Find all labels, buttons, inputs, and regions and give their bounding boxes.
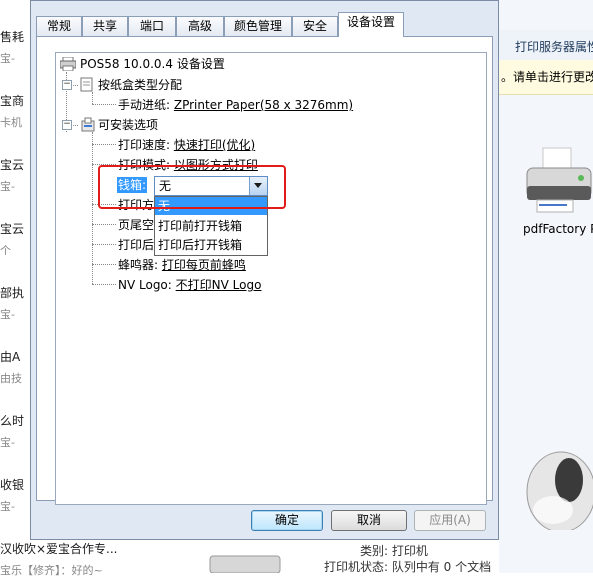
dropdown-option-open-after-print[interactable]: 打印后打开钱箱 [155, 236, 267, 254]
info-bar: 。请单击进行更改 [499, 60, 593, 95]
background-list-text: 卡机 [0, 116, 22, 129]
paper-tray-icon [80, 77, 93, 92]
print-server-properties-link[interactable]: 打印服务器属性 [515, 38, 593, 55]
tree-paper-group[interactable]: 按纸盒类型分配 [98, 77, 182, 93]
background-list-text: 汉收吹×爱宝合作专... [0, 542, 118, 556]
background-list-text: 售耗 [0, 30, 25, 44]
collapse-toggle-icon[interactable]: − [62, 120, 72, 130]
tree-connector [92, 92, 93, 104]
tab-ports[interactable]: 端口 [128, 16, 176, 36]
tree-connector [92, 264, 116, 265]
status-queue: 打印机状态: 队列中有 0 个文档 [324, 560, 492, 574]
background-list-text: 宝- [0, 500, 15, 513]
tab-security[interactable]: 安全 [292, 16, 338, 36]
apply-button[interactable]: 应用(A) [414, 510, 486, 531]
status-category: 类别: 打印机 [360, 544, 428, 558]
background-list-text: 么时 [0, 414, 25, 428]
tab-bar: 常规 共享 端口 高级 颜色管理 安全 设备设置 [36, 12, 456, 37]
buzzer-value[interactable]: 打印每页前蜂鸣 [162, 258, 246, 272]
tree-root-label[interactable]: POS58 10.0.0.4 设备设置 [80, 56, 225, 72]
tree-connector [92, 244, 116, 245]
background-printers-window: 打印服务器属性 。请单击进行更改 pdfFactory P [499, 0, 593, 573]
background-list-text: 个 [0, 244, 11, 257]
print-speed-label: 打印速度: [118, 138, 171, 152]
collapse-toggle-icon[interactable]: − [62, 80, 72, 90]
background-list-text: 部执 [0, 286, 25, 300]
tab-general[interactable]: 常规 [36, 16, 82, 36]
printers-toolbar: 打印服务器属性 [499, 30, 593, 61]
device-label-pdffactory[interactable]: pdfFactory P [523, 222, 593, 236]
tree-item-nv-logo[interactable]: NV Logo: 不打印NV Logo [118, 277, 261, 293]
background-list-text: 宝- [0, 308, 15, 321]
background-list-text: 由A [0, 350, 21, 364]
tree-connector [92, 132, 93, 284]
tree-item-buzzer[interactable]: 蜂鸣器: 打印每页前蜂鸣 [118, 257, 246, 273]
background-list-text: 宝- [0, 52, 15, 65]
tab-device-settings[interactable]: 设备设置 [338, 12, 404, 37]
tree-connector [92, 284, 116, 285]
background-list-text: 宝- [0, 436, 15, 449]
printer-small-icon [60, 57, 76, 71]
background-list-text: 宝云 [0, 158, 25, 172]
nv-logo-label: NV Logo: [118, 278, 172, 292]
tab-color-management[interactable]: 颜色管理 [224, 16, 292, 36]
info-bar-text[interactable]: 。请单击进行更改 [501, 68, 593, 85]
printer-icon[interactable] [519, 146, 593, 220]
tree-item-manual-feed[interactable]: 手动进纸: ZPrinter Paper(58 x 3276mm) [118, 97, 353, 113]
background-list-text: 宝乐【修齐】：好的~ [0, 564, 103, 577]
background-list-text: 由技 [0, 372, 22, 385]
background-list-text: 宝商 [0, 94, 25, 108]
cancel-button[interactable]: 取消 [331, 510, 407, 531]
tree-item-after-print[interactable]: 打印后 [118, 237, 154, 253]
print-speed-value[interactable]: 快速打印(优化) [174, 138, 255, 152]
background-list-text: 宝云 [0, 222, 25, 236]
tree-installable-group[interactable]: 可安装选项 [98, 117, 158, 133]
nv-logo-value[interactable]: 不打印NV Logo [176, 278, 262, 292]
highlight-annotation-box [98, 165, 286, 209]
tree-connector [92, 104, 116, 105]
tree-connector [92, 224, 116, 225]
tab-sharing[interactable]: 共享 [82, 16, 128, 36]
ok-button[interactable]: 确定 [251, 510, 323, 531]
manual-feed-value[interactable]: ZPrinter Paper(58 x 3276mm) [174, 98, 353, 112]
background-list-text: 收银 [0, 478, 25, 492]
tab-advanced[interactable]: 高级 [176, 16, 224, 36]
background-list-panel: 售耗 宝- 宝商 卡机 宝云 宝- 宝云个部执 宝- 由A 由技 么时 宝- 收银 宝- 汉收吹×爱宝合作专… [0, 0, 118, 577]
mouse-icon[interactable] [513, 440, 593, 530]
dropdown-option-open-before-print[interactable]: 打印前打开钱箱 [155, 217, 267, 235]
buzzer-label: 蜂鸣器: [118, 258, 159, 272]
installable-options-icon [81, 117, 95, 132]
background-list-text: 宝- [0, 180, 15, 193]
tree-connector [92, 144, 116, 145]
tree-item-footer-space[interactable]: 页尾空 [118, 217, 154, 233]
manual-feed-label: 手动进纸: [118, 98, 171, 112]
status-printer-thumbnail-icon [209, 555, 281, 573]
tree-item-print-speed[interactable]: 打印速度: 快速打印(优化) [118, 137, 255, 153]
